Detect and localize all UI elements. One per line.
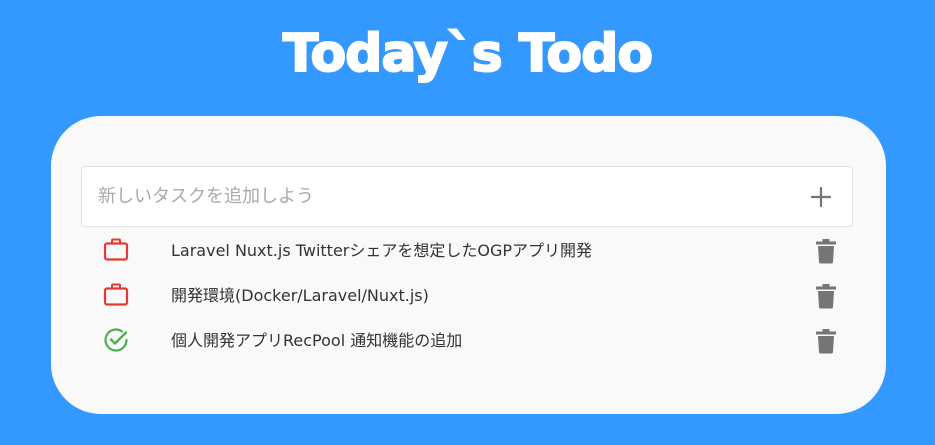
todo-card: Laravel Nuxt.js Twitterシェアを想定したOGPアプリ開発 … bbox=[51, 116, 886, 414]
trash-icon[interactable] bbox=[815, 283, 837, 309]
new-task-form bbox=[81, 166, 853, 227]
task-item: Laravel Nuxt.js Twitterシェアを想定したOGPアプリ開発 bbox=[51, 228, 886, 273]
task-label: 個人開発アプリRecPool 通知機能の追加 bbox=[171, 331, 463, 350]
trash-icon[interactable] bbox=[815, 238, 837, 264]
task-list: Laravel Nuxt.js Twitterシェアを想定したOGPアプリ開発 … bbox=[51, 228, 886, 363]
task-item: 個人開発アプリRecPool 通知機能の追加 bbox=[51, 318, 886, 363]
plus-icon bbox=[810, 186, 832, 208]
add-task-button[interactable] bbox=[806, 182, 836, 212]
page-title: Today`s Todo bbox=[282, 23, 654, 85]
briefcase-icon[interactable] bbox=[103, 282, 129, 308]
new-task-input[interactable] bbox=[82, 167, 782, 226]
briefcase-icon[interactable] bbox=[103, 237, 129, 263]
task-label: 開発環境(Docker/Laravel/Nuxt.js) bbox=[171, 286, 429, 305]
task-label: Laravel Nuxt.js Twitterシェアを想定したOGPアプリ開発 bbox=[171, 241, 593, 260]
check-circle-icon[interactable] bbox=[103, 327, 129, 353]
task-item: 開発環境(Docker/Laravel/Nuxt.js) bbox=[51, 273, 886, 318]
trash-icon[interactable] bbox=[815, 328, 837, 354]
